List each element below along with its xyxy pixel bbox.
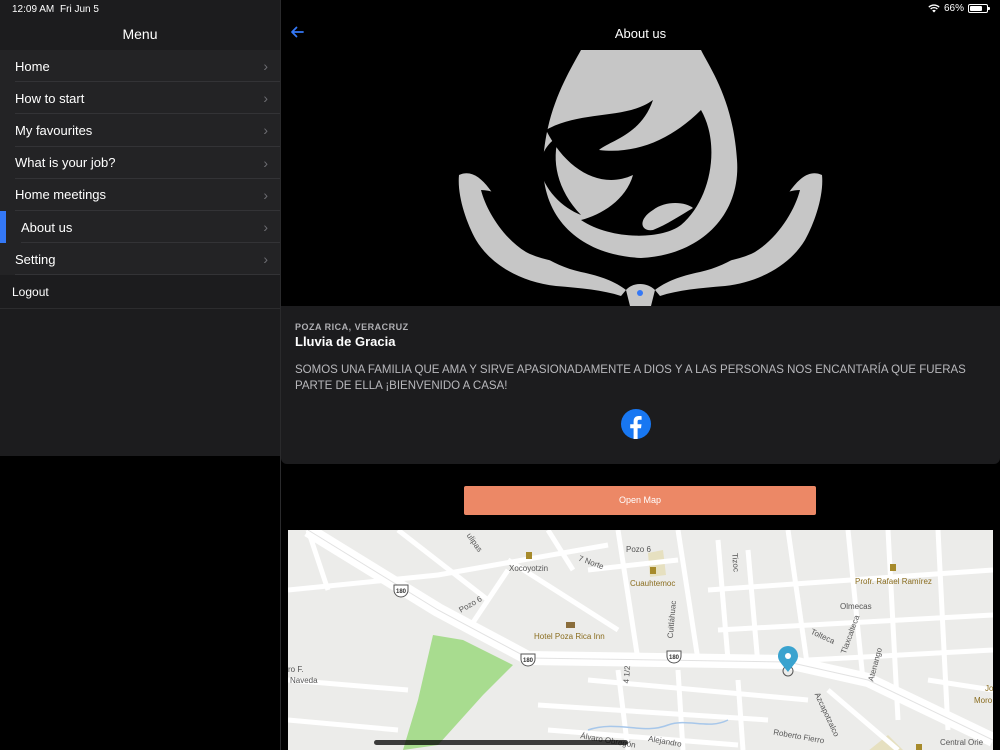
home-indicator[interactable] — [374, 740, 628, 745]
sidebar: Menu Home › How to start › My favourites… — [0, 0, 280, 456]
nav-bar: About us — [281, 18, 1000, 50]
map-roads: 180 180 180 — [288, 530, 993, 750]
svg-text:180: 180 — [669, 655, 680, 661]
chevron-right-icon: › — [263, 219, 268, 236]
sidebar-item-label: About us — [21, 219, 73, 235]
chevron-right-icon: › — [263, 122, 268, 139]
sidebar-item-label: Setting — [15, 251, 56, 267]
battery-percent: 66% — [943, 3, 964, 14]
chevron-right-icon: › — [263, 90, 268, 107]
svg-text:180: 180 — [396, 589, 407, 595]
sidebar-item-home-meetings[interactable]: Home meetings › — [0, 178, 280, 211]
status-bar: 12:09 AM Fri Jun 5 66% — [0, 0, 1000, 18]
page-title: About us — [614, 26, 667, 41]
map-label: Jo — [985, 684, 993, 693]
sidebar-item-my-favourites[interactable]: My favourites › — [0, 114, 280, 147]
map-pin-icon — [778, 646, 798, 677]
map-label: Pozo 6 — [626, 545, 651, 554]
chevron-right-icon: › — [263, 251, 268, 268]
map-label: ro F. — [288, 665, 304, 674]
map-label: Cuauhtemoc — [630, 579, 676, 588]
map-label: 4 1/2 — [621, 665, 633, 684]
sidebar-title: Menu — [122, 26, 158, 42]
facebook-icon — [621, 409, 651, 439]
church-info-card: POZA RICA, VERACRUZ Lluvia de Gracia SOM… — [281, 306, 1000, 464]
open-map-button[interactable]: Open Map — [464, 486, 816, 515]
sidebar-item-what-is-your-job[interactable]: What is your job? › — [0, 146, 280, 179]
map-label: Olmecas — [840, 602, 872, 611]
carousel-page-indicator[interactable] — [637, 290, 643, 296]
hero-image-carousel[interactable] — [281, 50, 1000, 306]
battery-icon — [968, 4, 990, 13]
map-label: Tizoc — [730, 552, 741, 573]
chevron-right-icon: › — [263, 186, 268, 203]
status-time: 12:09 AM — [12, 4, 55, 15]
map-label: Moro — [974, 696, 993, 705]
church-description: SOMOS UNA FAMILIA QUE AMA Y SIRVE APASIO… — [295, 364, 966, 392]
sidebar-item-label: Home — [15, 58, 50, 74]
map-view[interactable]: 180 180 180 Xocoyotzin 7 Norte Pozo 6 Cu… — [288, 530, 993, 750]
main-panel: About us POZA RICA, VERACRUZ Lluvia de G… — [281, 0, 1000, 750]
sidebar-item-label: How to start — [15, 90, 85, 106]
chevron-right-icon: › — [263, 154, 268, 171]
wifi-icon — [928, 4, 940, 13]
church-name: Lluvia de Gracia — [295, 334, 396, 349]
sidebar-item-home[interactable]: Home › — [0, 50, 280, 83]
sidebar-item-setting[interactable]: Setting › — [0, 243, 280, 276]
active-indicator — [0, 210, 6, 244]
map-label: Profr. Rafael Ramírez — [855, 577, 932, 586]
sidebar-item-label: What is your job? — [15, 155, 116, 171]
map-label: Xocoyotzin — [509, 564, 549, 573]
sidebar-item-about-us[interactable]: About us › — [0, 210, 280, 244]
sidebar-item-how-to-start[interactable]: How to start › — [0, 82, 280, 115]
church-logo-image — [458, 50, 823, 306]
sidebar-item-label: Home meetings — [15, 187, 107, 203]
logout-button[interactable]: Logout — [0, 275, 280, 310]
status-date: Fri Jun 5 — [60, 4, 99, 15]
status-right: 66% — [928, 3, 990, 14]
map-label: Central Orie — [940, 738, 984, 747]
facebook-button[interactable] — [621, 409, 651, 439]
map-label: Hotel Poza Rica Inn — [534, 632, 605, 641]
church-location: POZA RICA, VERACRUZ — [295, 322, 409, 332]
sidebar-item-label: My favourites — [15, 122, 93, 138]
chevron-right-icon: › — [263, 58, 268, 75]
map-label: Naveda — [290, 676, 318, 685]
menu-list: Home › How to start › My favourites › Wh… — [0, 50, 280, 310]
svg-text:180: 180 — [523, 658, 534, 664]
